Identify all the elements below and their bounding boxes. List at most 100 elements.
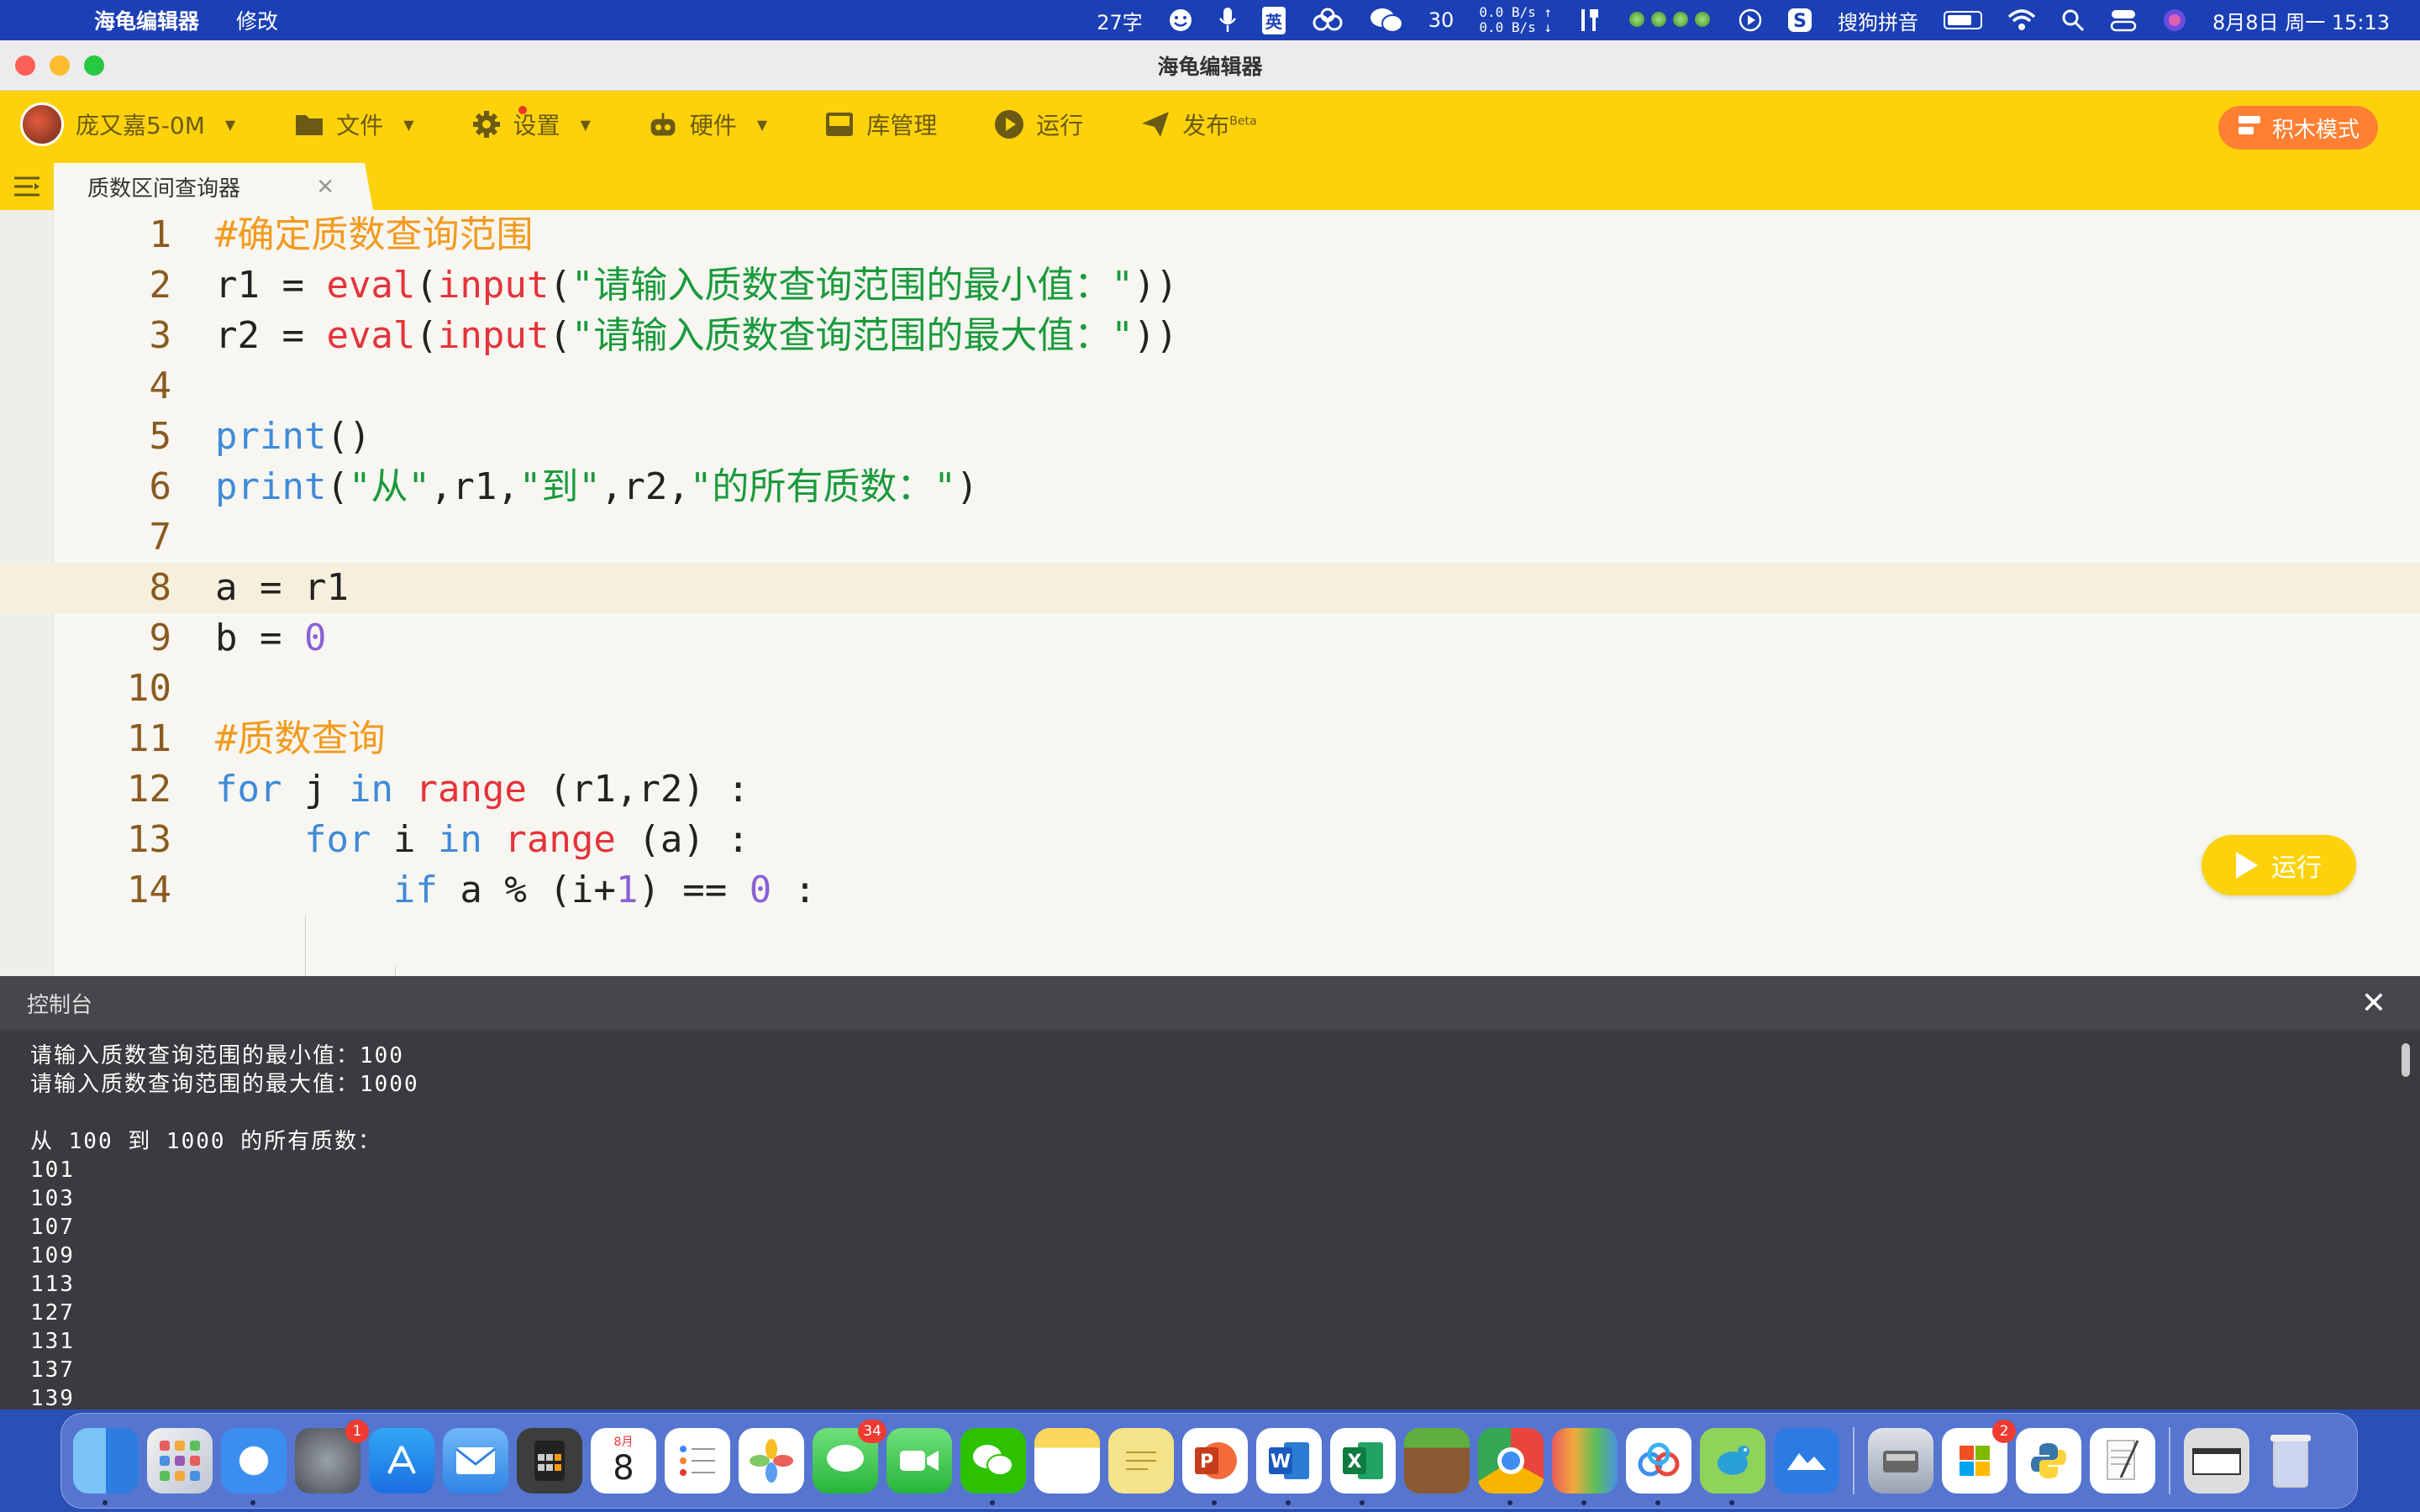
spotlight-search-icon[interactable] (2061, 8, 2085, 32)
chevron-down-icon: ▼ (756, 116, 768, 133)
turtle-editor-icon[interactable] (1700, 1428, 1765, 1505)
siri-icon[interactable] (2162, 8, 2187, 33)
wechat-dock-icon[interactable] (960, 1428, 1026, 1505)
code-line[interactable]: 1 #确定质数查询范围 (0, 210, 2420, 260)
photos-icon[interactable] (739, 1428, 804, 1494)
code-editor[interactable]: 1 #确定质数查询范围 2 r1 = eval(input("请输入质数查询范围的最… (0, 210, 2420, 976)
reminders-icon[interactable] (665, 1428, 730, 1494)
code-text: for i in range (a) : (303, 818, 750, 861)
code-line[interactable]: 4 (0, 361, 2420, 412)
code-line[interactable]: 3 r2 = eval(input("请输入质数查询范围的最大值：")) (0, 311, 2420, 361)
minimized-window-icon[interactable] (2184, 1428, 2249, 1494)
baidu-netdisk-dock-icon[interactable] (1626, 1428, 1691, 1505)
file-menu-button[interactable]: 文件 ▼ (294, 108, 414, 141)
play-circle-icon[interactable] (1739, 8, 1762, 32)
close-icon[interactable]: ✕ (2361, 986, 2386, 1021)
books-icon[interactable] (1552, 1428, 1618, 1505)
feishu-icon[interactable] (1774, 1428, 1839, 1494)
settings-menu-button[interactable]: 设置 ▼ (471, 106, 591, 141)
paper-plane-icon (1140, 109, 1171, 139)
microsoft-store-icon[interactable]: 2 (1942, 1420, 2016, 1494)
calculator-icon[interactable] (517, 1428, 582, 1494)
code-line[interactable]: 6 print("从",r1,"到",r2,"的所有质数：") (0, 462, 2420, 512)
code-line-active[interactable]: 8 a = r1 (0, 563, 2420, 613)
status-dots[interactable] (1626, 8, 1713, 32)
code-text: print() (215, 415, 371, 458)
code-line[interactable]: 2 r1 = eval(input("请输入质数查询范围的最小值：")) (0, 260, 2420, 311)
mail-icon[interactable] (443, 1428, 508, 1494)
run-menu-button[interactable]: 运行 (994, 108, 1083, 141)
battery-icon[interactable] (1944, 11, 1983, 29)
safari-icon[interactable] (221, 1428, 287, 1505)
ime-language-indicator[interactable]: 英 (1261, 6, 1286, 34)
block-mode-button[interactable]: 积木模式 (2218, 106, 2378, 150)
user-menu[interactable]: 庞又嘉5-0M ▼ (20, 102, 235, 146)
console-output[interactable]: 请输入质数查询范围的最小值：100 请输入质数查询范围的最大值：1000 从 1… (0, 1030, 2420, 1410)
file-tab[interactable]: 质数区间查询器 ✕ (54, 163, 373, 210)
wifi-icon[interactable] (2007, 8, 2036, 32)
wechat-icon[interactable] (1370, 7, 1403, 34)
control-center-icon[interactable] (2110, 8, 2137, 32)
code-line[interactable]: 9 b = 0 (0, 613, 2420, 664)
minecraft-icon[interactable] (1404, 1428, 1470, 1494)
code-line[interactable]: 7 (0, 512, 2420, 563)
menu-edit[interactable]: 修改 (236, 5, 278, 35)
baidu-netdisk-icon[interactable] (1311, 8, 1344, 33)
system-preferences-icon[interactable]: 1 (295, 1420, 369, 1494)
emoji-icon[interactable] (1168, 8, 1193, 33)
user-name: 庞又嘉5-0M (76, 112, 205, 139)
powerpoint-icon[interactable]: P (1182, 1428, 1248, 1505)
disk-utility-icon[interactable] (1868, 1428, 1933, 1494)
notes-icon[interactable] (1034, 1428, 1100, 1494)
library-manager-button[interactable]: 库管理 (824, 108, 937, 141)
launchpad-icon[interactable] (147, 1428, 213, 1494)
word-icon[interactable]: W (1256, 1428, 1322, 1505)
sogou-icon[interactable]: S (1787, 8, 1812, 33)
excel-icon[interactable]: X (1330, 1428, 1396, 1505)
finder-icon[interactable] (73, 1428, 139, 1505)
facetime-icon[interactable] (886, 1428, 952, 1494)
ime-name[interactable]: 搜狗拼音 (1838, 6, 1918, 35)
code-line[interactable]: 5 print() (0, 412, 2420, 462)
python-icon[interactable] (2016, 1428, 2081, 1494)
inbox-icon (824, 109, 855, 139)
close-window-button[interactable] (15, 55, 35, 76)
messages-icon[interactable]: 34 (813, 1420, 886, 1494)
textedit-icon[interactable] (2090, 1428, 2155, 1494)
publish-button[interactable]: 发布Beta (1140, 108, 1257, 141)
notification-badge: 34 (858, 1420, 886, 1443)
window-title: 海龟编辑器 (1157, 54, 1263, 79)
code-text: r2 = eval(input("请输入质数查询范围的最大值：")) (215, 314, 1178, 357)
app-store-icon[interactable] (369, 1428, 434, 1494)
code-line[interactable]: 10 (0, 664, 2420, 714)
line-number: 5 (149, 415, 172, 458)
code-text: r1 = eval(input("请输入质数查询范围的最小值：")) (215, 264, 1178, 307)
code-line[interactable]: 14 if a % (i+1) == 0 : (0, 865, 2420, 916)
code-line[interactable]: 13 for i in range (a) : (0, 815, 2420, 865)
console-panel: 控制台 ✕ 请输入质数查询范围的最小值：100 请输入质数查询范围的最大值：10… (0, 976, 2420, 1410)
datetime[interactable]: 8月8日 周一 15:13 (2212, 6, 2390, 35)
menu-app-name[interactable]: 海龟编辑器 (94, 5, 199, 35)
console-scrollbar[interactable] (2402, 1043, 2410, 1077)
close-tab-icon[interactable]: ✕ (316, 175, 334, 200)
trash-icon[interactable] (2258, 1428, 2323, 1494)
dock-separator (1853, 1427, 1854, 1494)
hardware-menu-button[interactable]: 硬件 ▼ (648, 108, 767, 141)
line-number: 12 (127, 768, 171, 811)
chrome-icon[interactable] (1478, 1428, 1544, 1505)
stickies-icon[interactable] (1108, 1428, 1174, 1494)
run-button[interactable]: 运行 (2202, 835, 2356, 895)
line-number: 8 (149, 566, 172, 609)
line-number: 11 (127, 717, 171, 760)
calendar-icon[interactable]: 8月 8 (591, 1428, 656, 1494)
code-line[interactable]: 11 #质数查询 (0, 714, 2420, 764)
line-number: 2 (149, 264, 172, 307)
sidebar-toggle-icon[interactable] (0, 163, 54, 210)
minimize-window-button[interactable] (50, 55, 70, 76)
line-number: 3 (149, 314, 172, 357)
run-menu-label: 运行 (1036, 112, 1084, 139)
zoom-window-button[interactable] (84, 55, 104, 76)
microphone-icon[interactable] (1218, 7, 1237, 34)
tools-icon[interactable] (1577, 8, 1601, 33)
code-line[interactable]: 12 for j in range (r1,r2) : (0, 764, 2420, 815)
